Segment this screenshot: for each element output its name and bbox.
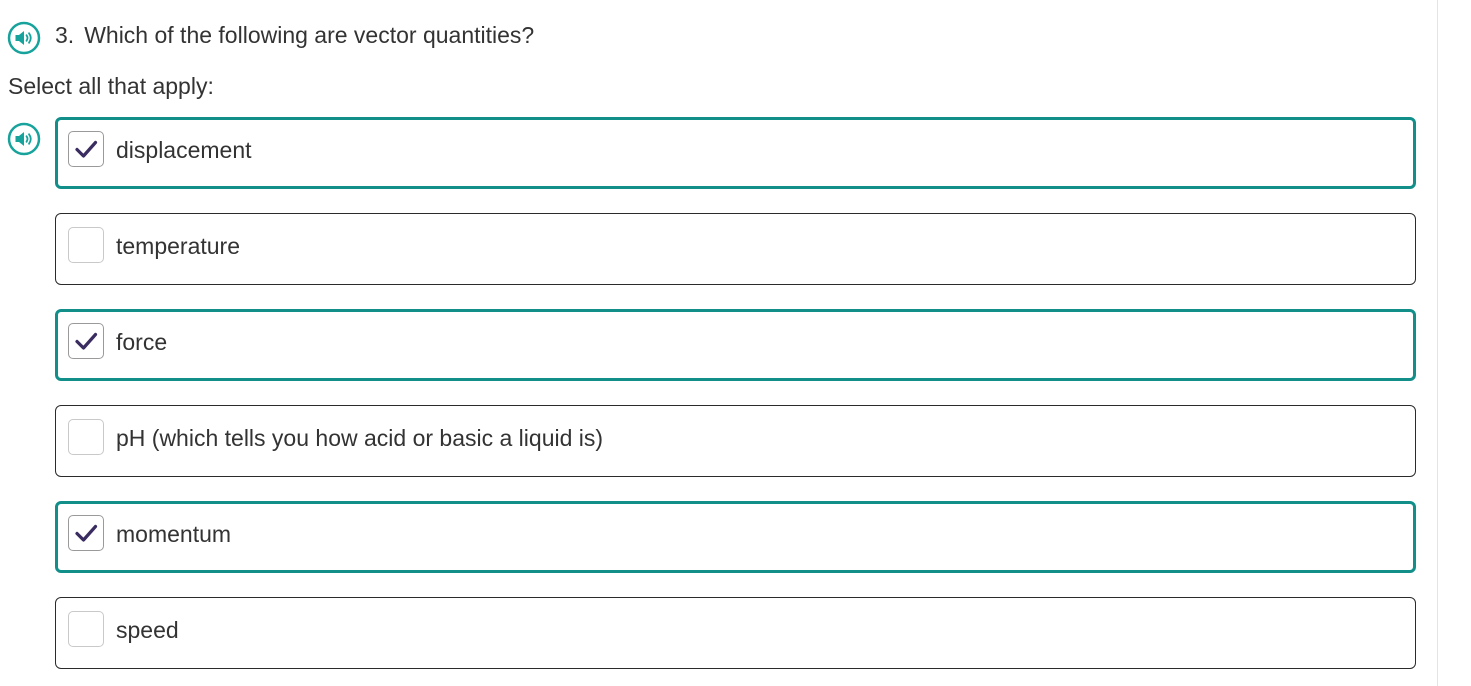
option-checkbox[interactable] <box>68 515 104 551</box>
question-text: 3. Which of the following are vector quan… <box>55 20 534 50</box>
read-question-aloud-button[interactable] <box>7 21 41 55</box>
question-number: 3. <box>55 22 75 48</box>
option-speed[interactable]: speed <box>55 597 1416 669</box>
option-displacement[interactable]: displacement <box>55 117 1416 189</box>
content-divider <box>1437 0 1438 686</box>
option-force[interactable]: force <box>55 309 1416 381</box>
option-label: pH (which tells you how acid or basic a … <box>116 425 604 451</box>
option-label: speed <box>116 617 179 643</box>
option-ph[interactable]: pH (which tells you how acid or basic a … <box>55 405 1416 477</box>
read-options-aloud-button[interactable] <box>7 122 41 156</box>
checkmark-icon <box>75 524 98 542</box>
option-checkbox[interactable] <box>68 419 104 455</box>
option-momentum[interactable]: momentum <box>55 501 1416 573</box>
instruction-text: Select all that apply: <box>8 73 214 99</box>
question-prompt: Which of the following are vector quanti… <box>84 22 535 48</box>
option-checkbox[interactable] <box>68 323 104 359</box>
speaker-icon <box>7 122 41 156</box>
option-checkbox[interactable] <box>68 611 104 647</box>
option-label: displacement <box>116 137 252 163</box>
option-label: momentum <box>116 521 232 547</box>
checkmark-icon <box>75 140 98 158</box>
answer-options-list: displacement temperature force pH (which… <box>55 117 1416 686</box>
option-checkbox[interactable] <box>68 227 104 263</box>
speaker-icon <box>7 21 41 55</box>
option-label: temperature <box>116 233 241 259</box>
question-page: 3. Which of the following are vector quan… <box>0 0 1471 686</box>
option-checkbox[interactable] <box>68 131 104 167</box>
checkmark-icon <box>75 332 98 350</box>
option-temperature[interactable]: temperature <box>55 213 1416 285</box>
option-label: force <box>116 329 168 355</box>
